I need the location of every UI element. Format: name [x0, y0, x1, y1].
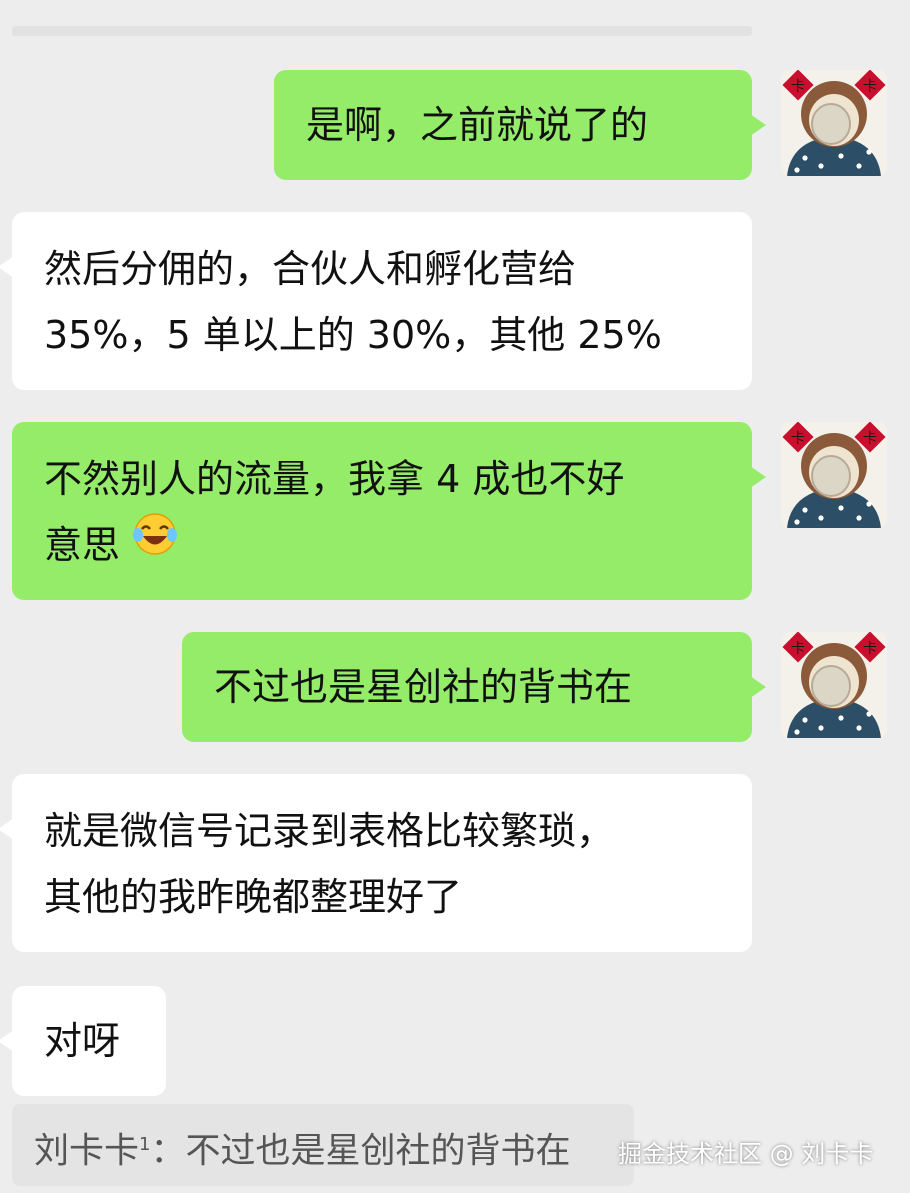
message-bubble-incoming[interactable]: 然后分佣的，合伙人和孵化营给 35%，5 单以上的 30%，其他 25%: [0, 212, 752, 390]
message-text-line: 对呀: [44, 1019, 121, 1063]
avatar[interactable]: [781, 422, 887, 528]
message-bubble-outgoing[interactable]: 不过也是星创社的背书在: [182, 632, 766, 742]
message-text-line: 是啊，之前就说了的: [306, 103, 649, 147]
message-bubble-incoming[interactable]: 对呀: [0, 986, 166, 1096]
quoted-message[interactable]: 刘卡卡1：不过也是星创社的背书在: [12, 1104, 634, 1186]
message-text-line: 就是微信号记录到表格比较繁琐，: [44, 809, 615, 853]
quote-separator: ：: [150, 1131, 186, 1172]
message-text-line: 不过也是星创社的背书在: [214, 665, 633, 709]
watermark: 掘金技术社区 @ 刘卡卡: [618, 1140, 874, 1168]
avatar[interactable]: [781, 632, 887, 738]
top-divider-strip: [12, 26, 752, 36]
avatar[interactable]: [781, 70, 887, 176]
message-text-line: 35%，5 单以上的 30%，其他 25%: [44, 313, 662, 357]
quote-sender: 刘卡卡: [34, 1131, 140, 1172]
message-bubble-incoming[interactable]: 就是微信号记录到表格比较繁琐， 其他的我昨晚都整理好了: [0, 774, 752, 952]
quote-text: 不过也是星创社的背书在: [185, 1131, 571, 1172]
quote-sender-suffix: 1: [139, 1134, 151, 1155]
message-text-line: 不然别人的流量，我拿 4 成也不好: [44, 457, 625, 501]
message-text-line: 其他的我昨晚都整理好了: [44, 875, 463, 919]
message-text-line: 意思: [44, 523, 121, 567]
message-text-line: 然后分佣的，合伙人和孵化营给: [44, 247, 577, 291]
message-bubble-outgoing[interactable]: 是啊，之前就说了的: [274, 70, 766, 180]
laughing-tears-emoji: [132, 511, 178, 577]
message-bubble-outgoing[interactable]: 不然别人的流量，我拿 4 成也不好 意思: [12, 422, 766, 600]
